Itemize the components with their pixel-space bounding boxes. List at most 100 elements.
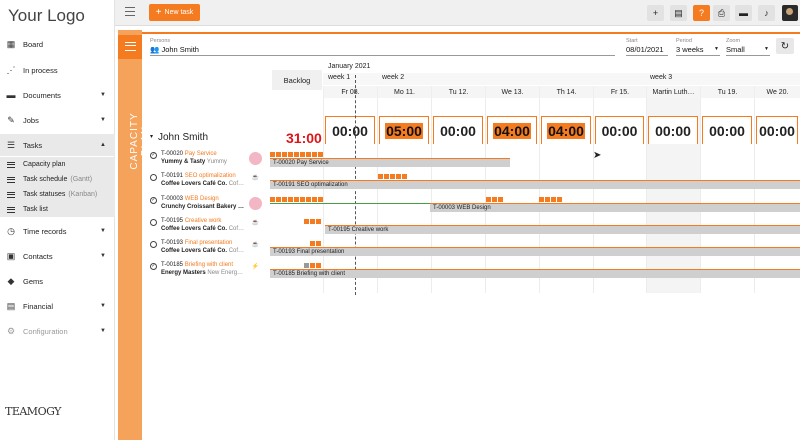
allocation-block[interactable] (288, 197, 293, 202)
allocation-block[interactable] (557, 197, 562, 202)
allocation-block[interactable] (288, 152, 293, 157)
sidebar-item-board[interactable]: ▦ Board (0, 33, 115, 55)
sidebar-item-in-process[interactable]: ⋰ In process (0, 59, 115, 81)
sidebar-item-documents[interactable]: ▬ Documents ▼ (0, 84, 115, 106)
allocation-block[interactable] (270, 197, 275, 202)
allocation-block[interactable] (304, 263, 309, 268)
zoom-select[interactable]: Small (726, 45, 745, 54)
day-capacity[interactable]: 05:00 (379, 116, 429, 144)
allocation-block[interactable] (294, 152, 299, 157)
start-input[interactable]: 08/01/2021 (626, 45, 664, 54)
persons-field[interactable]: 👥 John Smith (150, 45, 199, 54)
allocation-block[interactable] (276, 152, 281, 157)
task-bar[interactable]: T-00185 Briefing with client (270, 270, 800, 278)
sidebar-subitem-task-schedule[interactable]: Task schedule (Gantt) (0, 172, 115, 187)
sidebar-subitem-capacity-plan[interactable]: Capacity plan (0, 157, 115, 172)
day-capacity[interactable]: 00:00 (648, 116, 698, 144)
circle-icon[interactable] (150, 219, 157, 226)
allocation-block[interactable] (396, 174, 401, 179)
allocation-block[interactable] (318, 197, 323, 202)
new-task-button[interactable]: + New task (149, 4, 200, 21)
allocation-block[interactable] (294, 197, 299, 202)
allocation-block[interactable] (300, 152, 305, 157)
task-name: WEB Design (184, 196, 219, 202)
circle-icon[interactable] (150, 174, 157, 181)
allocation-block[interactable] (316, 241, 321, 246)
day-capacity[interactable]: 04:00 (487, 116, 537, 144)
allocation-block[interactable] (316, 219, 321, 224)
task-bar[interactable]: T-00191 SEO optimalization (270, 181, 800, 189)
sidebar-item-tasks[interactable]: ☰ Tasks ▲ (0, 134, 115, 156)
task-bar[interactable]: T-00195 Creative work (325, 226, 800, 234)
allocation-block[interactable] (316, 263, 321, 268)
allocation-block[interactable] (282, 152, 287, 157)
help-button[interactable]: ? (693, 5, 710, 21)
allocation-block[interactable] (306, 197, 311, 202)
task-id: T-00185 (161, 262, 185, 268)
period-select[interactable]: 3 weeks (676, 45, 704, 54)
print-button[interactable]: ⎙ (713, 5, 730, 21)
allocation-block[interactable] (551, 197, 556, 202)
allocation-block[interactable] (270, 152, 275, 157)
allocation-block[interactable] (390, 174, 395, 179)
allocation-block[interactable] (310, 219, 315, 224)
allocation-block[interactable] (304, 219, 309, 224)
allocation-block[interactable] (318, 152, 323, 157)
check-circle-icon[interactable]: ✓ (150, 263, 157, 270)
allocation-block[interactable] (312, 152, 317, 157)
sidebar-subitem-task-statuses[interactable]: Task statuses (Kanban) (0, 187, 115, 202)
task-title[interactable]: T-00195 Creative work (161, 218, 221, 224)
task-title[interactable]: T-00191 SEO optimalization (161, 173, 236, 179)
allocation-block[interactable] (306, 152, 311, 157)
task-title[interactable]: T-00003 WEB Design (161, 196, 219, 202)
task-bar[interactable]: T-00193 Final presentation (270, 248, 800, 256)
list-icon[interactable] (118, 35, 142, 59)
app-logo[interactable]: Your Logo (8, 6, 85, 26)
sidebar-item-gems[interactable]: ◆ Gems (0, 270, 115, 292)
chevron-down-icon[interactable]: ▾ (150, 133, 153, 140)
flow-icon: ⋰ (6, 64, 16, 75)
refresh-button[interactable]: ↻ (776, 38, 794, 54)
sidebar-item-time-records[interactable]: ◷ Time records ▼ (0, 220, 115, 242)
sidebar-subitem-task-list[interactable]: Task list (0, 202, 115, 217)
task-bar[interactable]: T-00020 Pay Service (270, 159, 510, 167)
sidebar-item-configuration[interactable]: ⚙ Configuration ▼ (0, 320, 115, 342)
allocation-block[interactable] (378, 174, 383, 179)
allocation-block[interactable] (486, 197, 491, 202)
allocation-block[interactable] (310, 241, 315, 246)
add-button[interactable]: + (647, 5, 664, 21)
day-capacity[interactable]: 04:00 (541, 116, 591, 144)
day-capacity[interactable]: 00:00 (595, 116, 644, 144)
task-bar[interactable]: T-00003 WEB Design (430, 204, 800, 212)
menu-icon[interactable] (125, 7, 135, 16)
check-circle-icon[interactable]: ✓ (150, 152, 157, 159)
notifications-button[interactable]: ♪ (758, 5, 775, 21)
sidebar-item-financial[interactable]: ▤ Financial ▼ (0, 295, 115, 317)
day-capacity[interactable]: 00:00 (756, 116, 798, 144)
allocation-block[interactable] (310, 263, 315, 268)
allocation-block[interactable] (300, 197, 305, 202)
task-title[interactable]: T-00185 Briefing with client (161, 262, 233, 268)
sidebar-item-contacts[interactable]: ▣ Contacts ▼ (0, 245, 115, 267)
check-circle-icon[interactable]: ✓ (150, 197, 157, 204)
backlog-button[interactable]: Backlog (272, 70, 322, 90)
allocation-block[interactable] (545, 197, 550, 202)
day-capacity[interactable]: 00:00 (702, 116, 752, 144)
sidebar-item-jobs[interactable]: ✎ Jobs ▼ (0, 109, 115, 131)
allocation-block[interactable] (498, 197, 503, 202)
allocation-block[interactable] (276, 197, 281, 202)
circle-icon[interactable] (150, 241, 157, 248)
day-capacity[interactable]: 00:00 (433, 116, 483, 144)
allocation-block[interactable] (312, 197, 317, 202)
allocation-block[interactable] (282, 197, 287, 202)
task-title[interactable]: T-00020 Pay Service (161, 151, 217, 157)
allocation-block[interactable] (539, 197, 544, 202)
allocation-block[interactable] (402, 174, 407, 179)
allocation-block[interactable] (384, 174, 389, 179)
avatar[interactable] (782, 5, 798, 21)
notes-button[interactable]: ▤ (670, 5, 687, 21)
day-capacity[interactable]: 00:00 (325, 116, 375, 144)
task-title[interactable]: T-00193 Final presentation (161, 240, 232, 246)
chat-button[interactable]: ▬ (735, 5, 752, 21)
allocation-block[interactable] (492, 197, 497, 202)
